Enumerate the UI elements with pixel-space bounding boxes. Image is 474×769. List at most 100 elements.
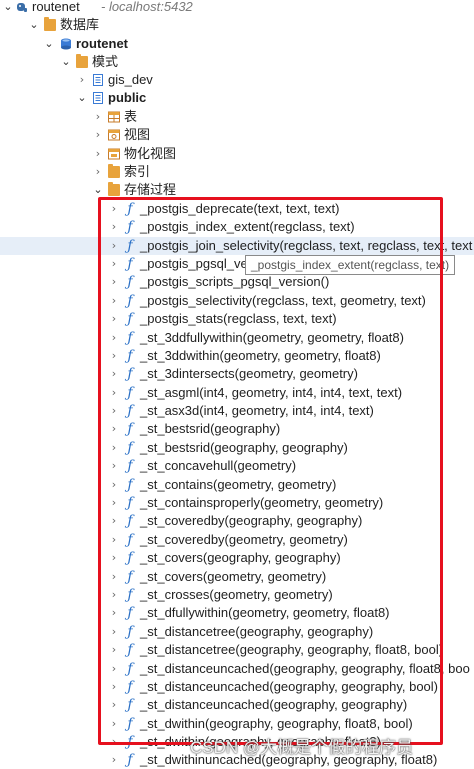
- chevron-right-icon[interactable]: ›: [109, 586, 119, 604]
- chevron-down-icon[interactable]: ⌄: [61, 53, 71, 71]
- function-label: _st_bestsrid(geography): [140, 421, 281, 436]
- tree-node-indexes[interactable]: › 索引: [0, 163, 474, 181]
- chevron-right-icon[interactable]: ›: [93, 126, 103, 144]
- chevron-right-icon[interactable]: ›: [109, 402, 119, 420]
- function-label: _st_asgml(int4, geometry, int4, int4, te…: [140, 385, 403, 400]
- chevron-down-icon[interactable]: ⌄: [3, 0, 13, 16]
- chevron-down-icon[interactable]: ⌄: [93, 181, 103, 199]
- tree-node-tables[interactable]: › 表: [0, 108, 474, 126]
- chevron-right-icon[interactable]: ›: [109, 696, 119, 714]
- tree-node-function[interactable]: › ƒ _postgis_index_extent(regclass, text…: [0, 218, 474, 236]
- chevron-right-icon[interactable]: ›: [109, 751, 119, 769]
- tree-node-function[interactable]: › ƒ _st_distanceuncached(geography, geog…: [0, 660, 474, 678]
- tree-node-function[interactable]: › ƒ _postgis_scripts_pgsql_version(): [0, 273, 474, 291]
- tree-node-function[interactable]: › ƒ _st_contains(geometry, geometry): [0, 476, 474, 494]
- chevron-right-icon[interactable]: ›: [93, 163, 103, 181]
- chevron-right-icon[interactable]: ›: [109, 218, 119, 236]
- chevron-right-icon[interactable]: ›: [109, 439, 119, 457]
- function-label: _postgis_pgsql_ve: [140, 256, 248, 271]
- chevron-right-icon[interactable]: ›: [109, 512, 119, 530]
- chevron-right-icon[interactable]: ›: [109, 641, 119, 659]
- watermark: CSDN @大概是个假的程序员: [190, 738, 414, 757]
- function-icon: ƒ: [127, 513, 133, 529]
- chevron-right-icon[interactable]: ›: [109, 660, 119, 678]
- chevron-right-icon[interactable]: ›: [109, 365, 119, 383]
- chevron-right-icon[interactable]: ›: [109, 384, 119, 402]
- tooltip: _postgis_index_extent(regclass, text): [245, 255, 456, 275]
- chevron-right-icon[interactable]: ›: [109, 623, 119, 641]
- chevron-right-icon[interactable]: ›: [109, 733, 119, 751]
- chevron-right-icon[interactable]: ›: [109, 568, 119, 586]
- chevron-right-icon[interactable]: ›: [109, 715, 119, 733]
- tree-node-function[interactable]: › ƒ _st_asx3d(int4, geometry, int4, int4…: [0, 402, 474, 420]
- tree-node-schema-public[interactable]: ⌄ public: [0, 89, 474, 107]
- chevron-right-icon[interactable]: ›: [109, 420, 119, 438]
- chevron-right-icon[interactable]: ›: [109, 494, 119, 512]
- chevron-right-icon[interactable]: ›: [109, 273, 119, 291]
- function-label: _st_asx3d(int4, geometry, int4, int4, te…: [140, 403, 374, 418]
- chevron-down-icon[interactable]: ⌄: [77, 89, 87, 107]
- tree-node-function[interactable]: › ƒ _postgis_join_selectivity(regclass, …: [0, 237, 474, 255]
- tree-node-function[interactable]: › ƒ _st_distancetree(geography, geograph…: [0, 623, 474, 641]
- chevron-right-icon[interactable]: ›: [109, 604, 119, 622]
- chevron-right-icon[interactable]: ›: [109, 476, 119, 494]
- tree-node-function[interactable]: › ƒ _st_asgml(int4, geometry, int4, int4…: [0, 384, 474, 402]
- chevron-right-icon[interactable]: ›: [93, 145, 103, 163]
- tree-node-connection[interactable]: ⌄ routenet - localhost:5432: [0, 0, 474, 16]
- chevron-right-icon[interactable]: ›: [109, 531, 119, 549]
- tree-node-schema-gis-dev[interactable]: › gis_dev: [0, 71, 474, 89]
- tree-node-function[interactable]: › ƒ _st_dfullywithin(geometry, geometry,…: [0, 604, 474, 622]
- tree-node-function[interactable]: › ƒ _st_covers(geography, geography): [0, 549, 474, 567]
- tree-node-function[interactable]: › ƒ _st_distanceuncached(geography, geog…: [0, 678, 474, 696]
- chevron-right-icon[interactable]: ›: [109, 255, 119, 273]
- function-icon: ƒ: [127, 605, 133, 621]
- chevron-right-icon[interactable]: ›: [109, 200, 119, 218]
- tree-node-function[interactable]: › ƒ _st_bestsrid(geography): [0, 420, 474, 438]
- tree-node-function[interactable]: › ƒ _st_3ddwithin(geometry, geometry, fl…: [0, 347, 474, 365]
- folder-icon: [76, 54, 88, 68]
- chevron-right-icon[interactable]: ›: [109, 678, 119, 696]
- tree-node-function[interactable]: › ƒ _st_distanceuncached(geography, geog…: [0, 696, 474, 714]
- chevron-down-icon[interactable]: ⌄: [29, 16, 39, 34]
- function-icon: ƒ: [127, 495, 133, 511]
- tree-node-function[interactable]: › ƒ _st_dwithin(geography, geography, fl…: [0, 715, 474, 733]
- function-icon: ƒ: [127, 550, 133, 566]
- chevron-right-icon[interactable]: ›: [109, 292, 119, 310]
- tree-node-function[interactable]: › ƒ _st_coveredby(geography, geography): [0, 512, 474, 530]
- function-icon: ƒ: [127, 752, 133, 768]
- chevron-right-icon[interactable]: ›: [109, 347, 119, 365]
- tree-node-function[interactable]: › ƒ _st_coveredby(geometry, geometry): [0, 531, 474, 549]
- tree-node-function[interactable]: › ƒ _st_crosses(geometry, geometry): [0, 586, 474, 604]
- function-label: _postgis_selectivity(regclass, text, geo…: [140, 293, 426, 308]
- folder-icon: [108, 182, 120, 196]
- schema-icon: [93, 92, 103, 104]
- tree-node-function[interactable]: › ƒ _st_distancetree(geography, geograph…: [0, 641, 474, 659]
- tree-node-views[interactable]: › 视图: [0, 126, 474, 144]
- chevron-right-icon[interactable]: ›: [77, 71, 87, 89]
- tree-node-function[interactable]: › ƒ _st_3ddfullywithin(geometry, geometr…: [0, 329, 474, 347]
- tree-node-schemas[interactable]: ⌄ 模式: [0, 53, 474, 71]
- tree-node-function[interactable]: › ƒ _st_containsproperly(geometry, geome…: [0, 494, 474, 512]
- tree-node-materialized-views[interactable]: › 物化视图: [0, 145, 474, 163]
- indexes-label: 索引: [124, 164, 151, 179]
- tree-node-function[interactable]: › ƒ _postgis_selectivity(regclass, text,…: [0, 292, 474, 310]
- chevron-right-icon[interactable]: ›: [109, 237, 119, 255]
- tree-node-database[interactable]: ⌄ routenet: [0, 35, 474, 53]
- tree-node-databases[interactable]: ⌄ 数据库: [0, 16, 474, 34]
- views-label: 视图: [124, 127, 151, 142]
- chevron-right-icon[interactable]: ›: [109, 329, 119, 347]
- tree-node-function[interactable]: › ƒ _st_bestsrid(geography, geography): [0, 439, 474, 457]
- tree-node-procedures[interactable]: ⌄ 存储过程: [0, 181, 474, 199]
- chevron-right-icon[interactable]: ›: [93, 108, 103, 126]
- chevron-right-icon[interactable]: ›: [109, 310, 119, 328]
- tree-node-function[interactable]: › ƒ _st_concavehull(geometry): [0, 457, 474, 475]
- tree-node-function[interactable]: › ƒ _postgis_stats(regclass, text, text): [0, 310, 474, 328]
- tree-node-function[interactable]: › ƒ _st_3dintersects(geometry, geometry): [0, 365, 474, 383]
- function-label: _st_coveredby(geometry, geometry): [140, 532, 348, 547]
- chevron-right-icon[interactable]: ›: [109, 549, 119, 567]
- chevron-down-icon[interactable]: ⌄: [44, 35, 54, 53]
- chevron-right-icon[interactable]: ›: [109, 457, 119, 475]
- tree-node-function[interactable]: › ƒ _st_covers(geometry, geometry): [0, 568, 474, 586]
- function-label: _postgis_deprecate(text, text, text): [140, 201, 340, 216]
- tree-node-function[interactable]: › ƒ _postgis_deprecate(text, text, text): [0, 200, 474, 218]
